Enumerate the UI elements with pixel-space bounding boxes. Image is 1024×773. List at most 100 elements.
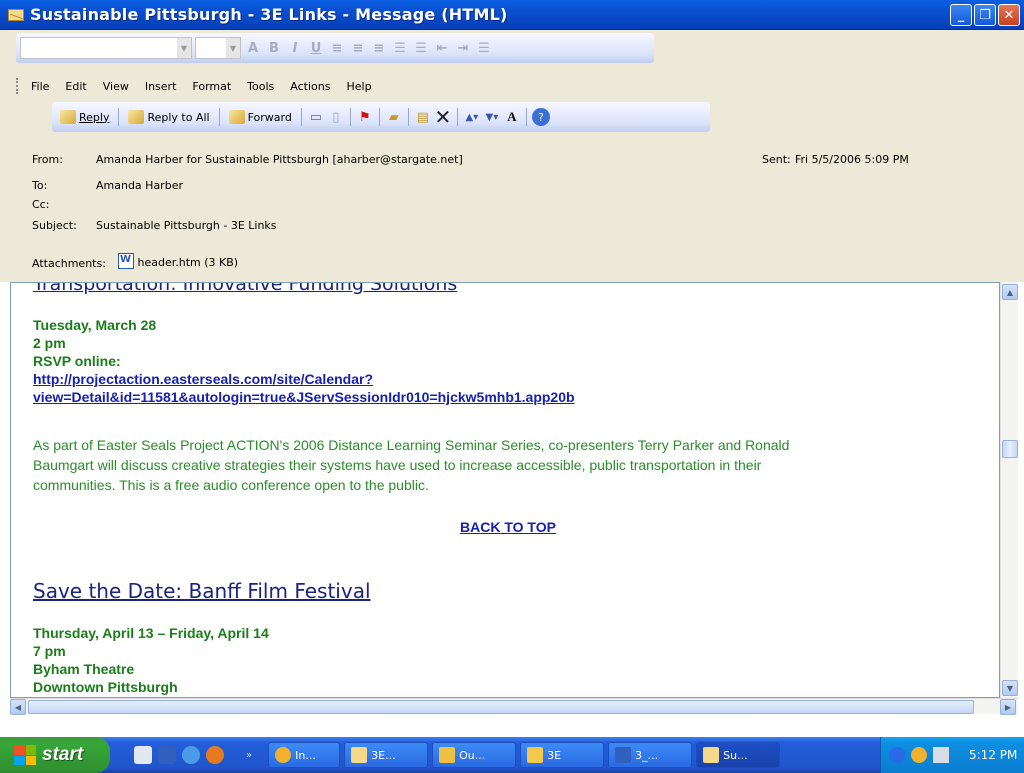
decrease-indent-icon[interactable]: ⇤ bbox=[433, 38, 451, 58]
menu-help[interactable]: Help bbox=[338, 80, 379, 93]
subject-label: Subject: bbox=[32, 219, 77, 232]
outlook-icon bbox=[439, 747, 456, 763]
section-heading[interactable]: Save the Date: Banff Film Festival bbox=[33, 579, 371, 603]
to-value[interactable]: Amanda Harber bbox=[96, 179, 183, 192]
move-to-folder-icon[interactable]: ▰ bbox=[385, 108, 403, 126]
folder-icon bbox=[527, 747, 544, 763]
menu-format[interactable]: Format bbox=[184, 80, 239, 93]
desktop-icon[interactable] bbox=[134, 746, 152, 764]
start-label: start bbox=[42, 744, 84, 765]
clock-tray-icon[interactable] bbox=[911, 747, 927, 763]
align-right-icon[interactable]: ≡ bbox=[370, 38, 388, 58]
font-size-combo[interactable]: ▼ bbox=[195, 37, 241, 59]
scroll-down-icon[interactable]: ▼ bbox=[1002, 680, 1018, 696]
categories-icon[interactable]: ▤ bbox=[414, 108, 432, 126]
chevron-down-icon: ▼ bbox=[226, 38, 240, 58]
event1-rsvp: RSVP online: bbox=[33, 353, 121, 369]
to-label: To: bbox=[32, 179, 48, 192]
print-icon[interactable]: ▭ bbox=[307, 108, 325, 126]
task-label: 3_... bbox=[635, 748, 659, 762]
back-to-top-link[interactable]: BACK TO TOP bbox=[460, 519, 556, 535]
align-left-icon[interactable]: ≡ bbox=[328, 38, 346, 58]
task-button-active[interactable]: Su... bbox=[696, 742, 781, 768]
task-button[interactable]: In... bbox=[268, 742, 341, 768]
copy-icon[interactable]: ▯ bbox=[327, 108, 345, 126]
reply-all-label: Reply to All bbox=[147, 110, 210, 124]
toolbar-separator bbox=[456, 108, 458, 126]
event2-time: 7 pm bbox=[33, 643, 66, 659]
toolbar-area: ▼ ▼ A B I U ≡ ≡ ≡ ☰ ☰ ⇤ ⇥ ☰ File Edit Vi… bbox=[0, 30, 1024, 136]
network-icon[interactable] bbox=[933, 747, 949, 763]
task-button[interactable]: 3E... bbox=[344, 742, 429, 768]
menu-edit[interactable]: Edit bbox=[57, 80, 94, 93]
menu-insert[interactable]: Insert bbox=[137, 80, 185, 93]
horizontal-scrollbar[interactable]: ◀ ▶ bbox=[10, 698, 1018, 715]
scroll-left-icon[interactable]: ◀ bbox=[10, 699, 26, 715]
menu-actions[interactable]: Actions bbox=[282, 80, 338, 93]
toolbar-separator bbox=[118, 108, 120, 126]
horizontal-scroll-thumb[interactable] bbox=[28, 700, 974, 714]
task-label: Ou... bbox=[459, 748, 486, 762]
toolbar-separator bbox=[525, 108, 527, 126]
italic-icon[interactable]: I bbox=[286, 38, 304, 58]
standard-toolbar: Reply Reply to All Forward ▭ ▯ ⚑ ▰ ▤ ✕ ▲… bbox=[52, 102, 710, 132]
sent-label: Sent: bbox=[762, 153, 791, 166]
align-center-icon[interactable]: ≡ bbox=[349, 38, 367, 58]
close-button[interactable]: ✕ bbox=[998, 4, 1020, 26]
delete-icon[interactable]: ✕ bbox=[434, 105, 452, 129]
envelope-icon bbox=[351, 747, 368, 763]
previous-item-icon[interactable]: ▲▾ bbox=[463, 108, 481, 126]
attachments-label: Attachments: bbox=[32, 257, 106, 270]
underline-icon[interactable]: U bbox=[307, 38, 325, 58]
description-line: communities. This is a free audio confer… bbox=[33, 477, 429, 493]
numbering-icon[interactable]: ☰ bbox=[391, 38, 409, 58]
reply-all-icon bbox=[128, 110, 145, 124]
minimize-button[interactable]: _ bbox=[950, 4, 972, 26]
quick-launch-overflow-icon[interactable]: » bbox=[246, 750, 252, 761]
rsvp-link-line2[interactable]: view=Detail&id=11581&autologin=true&JSer… bbox=[33, 389, 575, 405]
toolbar-grip[interactable] bbox=[16, 78, 19, 94]
font-size-icon[interactable]: A bbox=[503, 108, 521, 126]
help-icon[interactable]: ? bbox=[531, 108, 550, 126]
firefox-icon[interactable] bbox=[206, 746, 224, 764]
tray-expand-icon[interactable] bbox=[889, 747, 905, 763]
envelope-icon bbox=[703, 747, 720, 763]
sent-value: Fri 5/5/2006 5:09 PM bbox=[795, 153, 909, 166]
rsvp-link-line1[interactable]: http://projectaction.easterseals.com/sit… bbox=[33, 371, 373, 387]
forward-button[interactable]: Forward bbox=[225, 106, 296, 128]
task-button[interactable]: Ou... bbox=[432, 742, 517, 768]
reply-all-button[interactable]: Reply to All bbox=[124, 106, 213, 128]
scroll-up-icon[interactable]: ▲ bbox=[1002, 284, 1018, 300]
chevron-down-icon: ▼ bbox=[177, 38, 191, 58]
attachment-item[interactable]: header.htm (3 KB) bbox=[118, 253, 238, 269]
word-document-icon bbox=[615, 747, 632, 763]
word-icon[interactable] bbox=[158, 746, 176, 764]
task-button[interactable]: 3_... bbox=[608, 742, 693, 768]
scroll-thumb[interactable] bbox=[1002, 440, 1018, 458]
horizontal-line-icon[interactable]: ☰ bbox=[475, 38, 493, 58]
next-item-icon[interactable]: ▼▾ bbox=[483, 108, 501, 126]
menu-tools[interactable]: Tools bbox=[239, 80, 282, 93]
taskbar: start » In... 3E... Ou... 3E 3_... Su...… bbox=[0, 737, 1024, 773]
clock[interactable]: 5:12 PM bbox=[969, 748, 1017, 762]
scroll-right-icon[interactable]: ▶ bbox=[1000, 699, 1016, 715]
cut-off-heading[interactable]: Transportation: Innovative Funding Solut… bbox=[33, 283, 457, 295]
from-value[interactable]: Amanda Harber for Sustainable Pittsburgh… bbox=[96, 153, 463, 166]
toolbar-separator bbox=[300, 108, 302, 126]
message-body[interactable]: Transportation: Innovative Funding Solut… bbox=[10, 282, 1000, 698]
restore-button[interactable]: ❐ bbox=[974, 4, 996, 26]
start-button[interactable]: start bbox=[0, 737, 110, 773]
style-combo[interactable]: ▼ bbox=[20, 37, 192, 59]
task-button[interactable]: 3E bbox=[520, 742, 605, 768]
internet-explorer-icon[interactable] bbox=[182, 746, 200, 764]
menu-file[interactable]: File bbox=[23, 80, 57, 93]
reply-button[interactable]: Reply bbox=[56, 106, 113, 128]
bold-icon[interactable]: B bbox=[265, 38, 283, 58]
menu-bar: File Edit View Insert Format Tools Actio… bbox=[16, 76, 380, 96]
bullets-icon[interactable]: ☰ bbox=[412, 38, 430, 58]
menu-view[interactable]: View bbox=[95, 80, 137, 93]
vertical-scrollbar[interactable]: ▲ ▼ bbox=[1000, 282, 1018, 698]
increase-indent-icon[interactable]: ⇥ bbox=[454, 38, 472, 58]
font-color-icon[interactable]: A bbox=[244, 38, 262, 58]
flag-icon[interactable]: ⚑ bbox=[356, 108, 374, 126]
